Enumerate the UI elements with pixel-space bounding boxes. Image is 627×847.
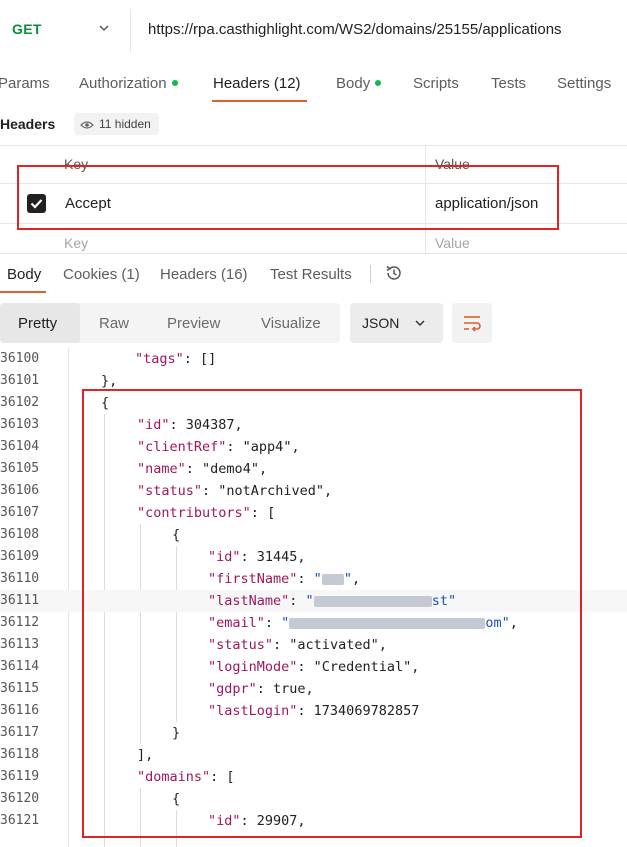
response-tab-headers[interactable]: Headers (16) — [160, 266, 248, 283]
tab-params[interactable]: Params — [0, 75, 50, 92]
url-input[interactable]: https://rpa.casthighlight.com/WS2/domain… — [148, 21, 562, 38]
line-number: 36107 — [0, 505, 40, 520]
highlight-box — [17, 165, 559, 230]
line-number: 36103 — [0, 417, 40, 432]
key-placeholder[interactable]: Key — [64, 235, 88, 251]
method-label: GET — [12, 21, 42, 37]
status-dot-icon — [375, 80, 382, 87]
line-number: 36108 — [0, 527, 40, 542]
view-pretty[interactable]: Pretty — [18, 315, 57, 332]
line-number: 36113 — [0, 637, 40, 652]
tab-settings[interactable]: Settings — [557, 75, 611, 92]
highlight-box — [82, 389, 582, 838]
tab-tests[interactable]: Tests — [491, 75, 526, 92]
response-tab-body[interactable]: Body — [7, 266, 41, 283]
line-number: 36117 — [0, 725, 40, 740]
active-tab-indicator — [0, 291, 46, 293]
line-number: 36114 — [0, 659, 40, 674]
line-number: 36109 — [0, 549, 40, 564]
active-tab-indicator — [212, 100, 307, 102]
tab-authorization[interactable]: Authorization — [79, 75, 178, 92]
status-dot-icon — [171, 80, 178, 87]
view-preview[interactable]: Preview — [167, 315, 220, 332]
hidden-count-label: 11 hidden — [99, 117, 151, 131]
line-number: 36106 — [0, 483, 40, 498]
line-number: 36121 — [0, 813, 40, 828]
line-number: 36119 — [0, 769, 40, 784]
line-number: 36111 — [0, 593, 40, 608]
line-number: 36100 — [0, 351, 40, 366]
tab-body[interactable]: Body — [336, 75, 382, 92]
code-text: "tags": [] — [135, 351, 217, 367]
format-label: JSON — [362, 315, 400, 331]
divider — [0, 145, 627, 146]
value-placeholder[interactable]: Value — [435, 235, 470, 251]
line-number: 36115 — [0, 681, 40, 696]
tab-headers[interactable]: Headers (12) — [213, 75, 301, 92]
response-tab-cookies[interactable]: Cookies (1) — [63, 266, 140, 283]
response-tab-test-results[interactable]: Test Results — [270, 266, 352, 283]
chevron-down-icon — [99, 25, 109, 31]
tab-scripts[interactable]: Scripts — [413, 75, 459, 92]
hidden-headers-toggle[interactable]: 11 hidden — [74, 113, 159, 135]
method-select[interactable]: GET — [0, 9, 131, 53]
chevron-down-icon — [415, 320, 425, 327]
line-number: 36116 — [0, 703, 40, 718]
wrap-lines-icon — [464, 316, 481, 332]
view-visualize[interactable]: Visualize — [261, 315, 321, 332]
divider — [0, 253, 627, 254]
line-number: 36110 — [0, 571, 40, 586]
line-number: 36104 — [0, 439, 40, 454]
line-number: 36120 — [0, 791, 40, 806]
history-icon[interactable] — [384, 263, 404, 283]
request-bar: GET https://rpa.casthighlight.com/WS2/do… — [0, 0, 627, 62]
view-raw[interactable]: Raw — [99, 315, 129, 332]
line-number: 36112 — [0, 615, 40, 630]
line-number: 36105 — [0, 461, 40, 476]
eye-icon — [80, 121, 94, 129]
line-number: 36102 — [0, 395, 40, 410]
line-number: 36101 — [0, 373, 40, 388]
divider — [370, 265, 371, 283]
headers-title: Headers — [0, 116, 56, 132]
code-line: 36100 "tags": [] — [0, 348, 627, 370]
line-number: 36118 — [0, 747, 40, 762]
